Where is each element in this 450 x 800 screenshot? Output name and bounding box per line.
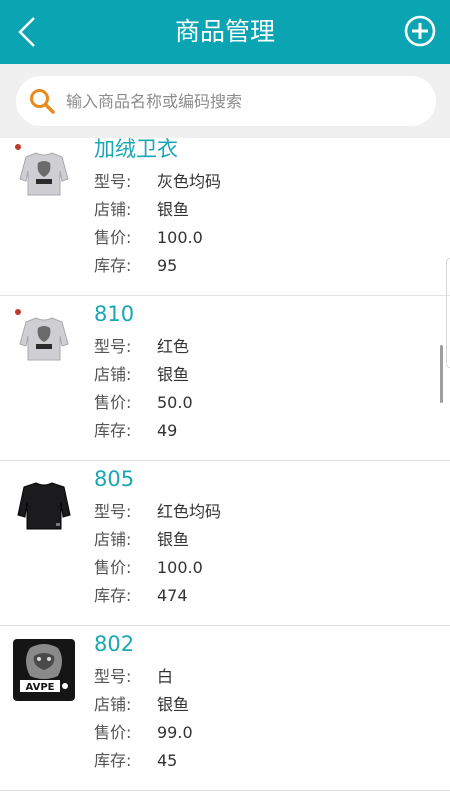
product-stock: 49 xyxy=(157,421,178,440)
product-name: 810 xyxy=(94,302,135,326)
product-item[interactable]: 加绒卫衣 型号: 灰色均码 店铺: 银鱼 售价: 100.0 库存: 95 xyxy=(0,138,450,296)
product-price-row: 售价: 100.0 xyxy=(94,226,203,250)
product-stock: 95 xyxy=(157,256,178,275)
product-price: 100.0 xyxy=(157,558,203,577)
shop-label: 店铺: xyxy=(94,200,132,219)
product-model: 红色 xyxy=(157,337,190,356)
product-price: 50.0 xyxy=(157,393,193,412)
product-price-row: 售价: 50.0 xyxy=(94,391,193,415)
product-name: 805 xyxy=(94,467,135,491)
grey-sweatshirt-icon xyxy=(12,306,76,370)
product-model: 红色均码 xyxy=(157,502,222,521)
scrollbar[interactable] xyxy=(440,345,443,403)
ape-graphic-icon: AVPE xyxy=(13,639,75,701)
product-model-row: 型号: 灰色均码 xyxy=(94,170,221,194)
product-price-row: 售价: 100.0 xyxy=(94,556,203,580)
add-product-icon[interactable] xyxy=(404,15,436,47)
model-label: 型号: xyxy=(94,667,132,686)
product-stock: 474 xyxy=(157,586,188,605)
search-box[interactable] xyxy=(16,76,436,126)
shop-label: 店铺: xyxy=(94,695,132,714)
product-model-row: 型号: 红色 xyxy=(94,335,189,359)
search-bar xyxy=(0,64,450,138)
product-price: 100.0 xyxy=(157,228,203,247)
product-shop-row: 店铺: 银鱼 xyxy=(94,363,189,387)
product-stock-row: 库存: 474 xyxy=(94,584,188,608)
edge-panel-handle[interactable] xyxy=(446,258,450,368)
search-input[interactable] xyxy=(66,76,426,126)
product-stock-row: 库存: 45 xyxy=(94,749,177,773)
price-label: 售价: xyxy=(94,228,132,247)
product-model-row: 型号: 红色均码 xyxy=(94,500,221,524)
shop-label: 店铺: xyxy=(94,365,132,384)
product-model: 白 xyxy=(157,667,174,686)
product-model-row: 型号: 白 xyxy=(94,665,173,689)
product-shop: 银鱼 xyxy=(157,695,190,714)
shop-label: 店铺: xyxy=(94,530,132,549)
stock-label: 库存: xyxy=(94,256,132,275)
product-price: 99.0 xyxy=(157,723,193,742)
ape-logo-text: AVPE xyxy=(26,682,55,693)
product-shop-row: 店铺: 银鱼 xyxy=(94,528,189,552)
grey-sweatshirt-icon xyxy=(12,141,76,205)
product-item[interactable]: 810 型号: 红色 店铺: 银鱼 售价: 50.0 库存: 49 xyxy=(0,296,450,461)
product-stock: 45 xyxy=(157,751,178,770)
product-stock-row: 库存: 95 xyxy=(94,254,177,278)
product-item[interactable]: 805 型号: 红色均码 店铺: 银鱼 售价: 100.0 库存: 474 xyxy=(0,461,450,626)
product-shop: 银鱼 xyxy=(157,365,190,384)
product-list: 加绒卫衣 型号: 灰色均码 店铺: 银鱼 售价: 100.0 库存: 95 810 型号… xyxy=(0,138,450,800)
app-header: 商品管理 xyxy=(0,0,450,64)
product-item[interactable]: AVPE 802 型号: 白 店铺: 银鱼 售价: 99.0 库存: 45 xyxy=(0,626,450,791)
model-label: 型号: xyxy=(94,172,132,191)
product-shop-row: 店铺: 银鱼 xyxy=(94,198,189,222)
model-label: 型号: xyxy=(94,337,132,356)
product-model: 灰色均码 xyxy=(157,172,222,191)
black-sweatshirt-icon xyxy=(12,473,76,537)
stock-label: 库存: xyxy=(94,586,132,605)
product-shop: 银鱼 xyxy=(157,530,190,549)
search-icon xyxy=(30,89,55,114)
page-title: 商品管理 xyxy=(174,17,275,46)
price-label: 售价: xyxy=(94,393,132,412)
model-label: 型号: xyxy=(94,502,132,521)
stock-label: 库存: xyxy=(94,751,132,770)
product-name: 802 xyxy=(94,632,135,656)
product-stock-row: 库存: 49 xyxy=(94,419,177,443)
product-name: 加绒卫衣 xyxy=(94,138,178,161)
price-label: 售价: xyxy=(94,558,132,577)
product-shop: 银鱼 xyxy=(157,200,190,219)
product-price-row: 售价: 99.0 xyxy=(94,721,193,745)
stock-label: 库存: xyxy=(94,421,132,440)
product-shop-row: 店铺: 银鱼 xyxy=(94,693,189,717)
price-label: 售价: xyxy=(94,723,132,742)
